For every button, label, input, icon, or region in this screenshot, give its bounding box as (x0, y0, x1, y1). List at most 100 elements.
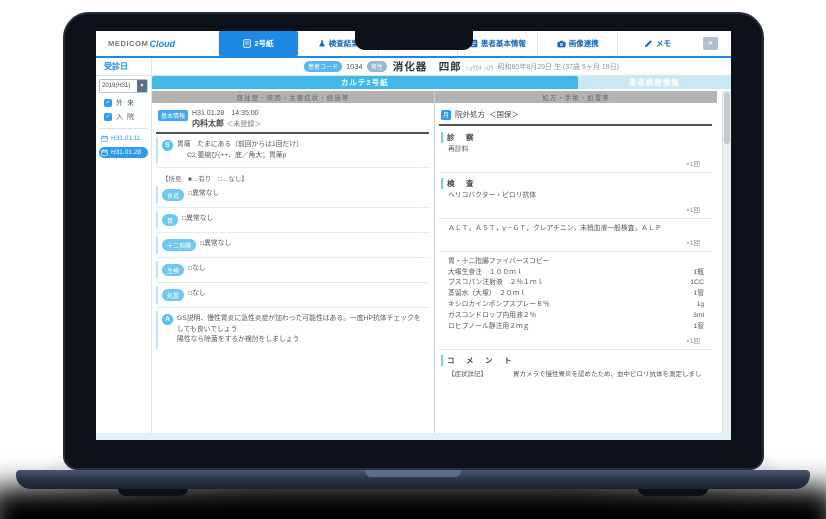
visit-date-item-selected[interactable]: H31.01.28 (99, 147, 148, 158)
esophagus-row[interactable]: 食道 □異常なし (156, 186, 429, 204)
row-separator (156, 232, 429, 233)
laptop-lid-notch (365, 470, 461, 477)
screen: MEDICOM Cloud 2号紙 検査結果 確認事項 (96, 31, 731, 440)
section-separator (439, 172, 712, 173)
order-item: ガスコンドロップ内用液２％3ml (441, 311, 710, 322)
filter-label: 外 来 (116, 98, 135, 108)
scrollbar-thumb[interactable] (724, 92, 730, 144)
soap-assessment-row[interactable]: A GS説明、慢性胃炎に急性炎症が加わった可能性はある。一度HP抗体チェックをし… (156, 311, 429, 349)
row-separator (156, 257, 429, 258)
order-item: ＡＬＴ，ＡＳＴ，γ－ＧＴ，クレアチニン，末梢血液一般検査，ＡＬＰ (441, 224, 710, 235)
findings-legend: 【所見 ■…有り □…なし】 (156, 171, 429, 184)
visit-date-label: H31.01.11 (111, 135, 141, 142)
calendar-icon (101, 149, 108, 156)
soap-a-badge: A (162, 314, 173, 325)
progress-column-header: 既往歴・原因・主要症状・経過等 (152, 91, 434, 103)
order-item: ロヒプノール静注用２ｍｇ1管 (441, 322, 710, 333)
chevron-down-icon[interactable]: ▼ (137, 80, 147, 92)
flask-icon (318, 39, 326, 48)
order-section-endoscopy[interactable]: 胃・十二指腸ファイバースコピー 大塚生食注 １００ｍｌ1瓶 ブスコパン注射液 ２… (439, 254, 712, 347)
soap-subjective-row[interactable]: S 胃痛 たまにある（前回からは1回だけ） C2,萎縮び(++、底／角大；胃薬p (156, 137, 429, 164)
orders-column: 処方・手術・処置等 月 院外処方 ＜国保＞ 診 察 再診料 (435, 91, 717, 440)
sidebar-divider (99, 128, 148, 129)
nav-tab-memo[interactable]: メモ (617, 31, 697, 56)
karte-columns: 既往歴・原因・主要症状・経過等 基本情報 H31.01.28 14:35:00 … (152, 91, 731, 440)
patient-info: 患者コード 1034 男性 消化器 四郎 ｼｮｳｶｷ ｼﾛｳ 昭和60年8月29… (152, 58, 731, 75)
order-item: ヘリコバクター・ピロリ抗体 (441, 191, 710, 202)
filter-outpatient[interactable]: ✓ 外 来 (96, 96, 151, 110)
checkbox-checked-icon[interactable]: ✓ (104, 113, 112, 121)
calendar-icon (101, 135, 108, 142)
document-2-icon (243, 39, 251, 48)
visit-date-label: H31.01.28 (111, 149, 141, 156)
order-count: ×1回 (441, 204, 710, 214)
scrollbar-track[interactable] (722, 91, 731, 440)
biopsy-badge: 生検 (162, 264, 184, 276)
section-title: 診 察 (441, 132, 710, 143)
nav-tab-label: 画像連携 (569, 38, 599, 49)
visit-date-sidebar: 2019(H31) ▼ ✓ 外 来 ✓ 入 院 H31.01.11 (96, 76, 152, 440)
stomach-row[interactable]: 胃 □異常なし (156, 211, 429, 229)
nav-tab-karte2[interactable]: 2号紙 (218, 31, 298, 56)
logo-text-cloud: Cloud (149, 39, 175, 49)
scene: MEDICOM Cloud 2号紙 検査結果 確認事項 (0, 0, 826, 519)
soap-a-text: GS説明、慢性胃炎に急性炎症が加わった可能性はある。一度HP抗体チェックをしても… (177, 314, 427, 346)
laptop-frame: MEDICOM Cloud 2号紙 検査結果 確認事項 (63, 12, 764, 470)
close-button[interactable]: × (703, 37, 718, 50)
duodenum-row[interactable]: 十二指腸 □異常なし (156, 236, 429, 254)
filter-label: 入 院 (116, 112, 135, 122)
patient-name: 消化器 四郎 (393, 59, 462, 74)
entry-status: ＜未登録＞ (226, 121, 261, 128)
app-logo: MEDICOM Cloud (96, 31, 218, 56)
visit-date-item[interactable]: H31.01.11 (99, 133, 148, 144)
nav-tab-label: メモ (656, 38, 671, 49)
biopsy-row[interactable]: 生検 □なし (156, 261, 429, 279)
order-section-test[interactable]: 検 査 ヘリコバクター・ピロリ抗体 ×1回 (439, 175, 712, 216)
entry-datetime: H31.01.28 14:35:00 (192, 108, 261, 118)
nav-tab-image-link[interactable]: 画像連携 (537, 31, 617, 56)
tab-karte-no2[interactable]: カルテ2号紙 (152, 76, 578, 89)
soap-s-text: 胃痛 たまにある（前回からは1回だけ） C2,萎縮び(++、底／角大；胃薬p (177, 140, 303, 161)
filter-inpatient[interactable]: ✓ 入 院 (96, 110, 151, 124)
tab-patient-history[interactable]: 患者病歴情報 (578, 76, 731, 89)
order-count: ×1回 (441, 335, 710, 345)
camera-notch (355, 31, 473, 50)
karte-entry-header: 基本情報 H31.01.28 14:35:00 内科太郎 ＜未登録＞ (156, 107, 429, 134)
logo-text-medicom: MEDICOM (108, 39, 148, 48)
patient-bar: 受診日 患者コード 1034 男性 消化器 四郎 ｼｮｳｶｷ ｼﾛｳ 昭和60年… (96, 58, 731, 76)
progress-column-body[interactable]: 基本情報 H31.01.28 14:35:00 内科太郎 ＜未登録＞ S (152, 103, 434, 440)
month-badge: 月 (441, 110, 451, 120)
orders-column-body[interactable]: 月 院外処方 ＜国保＞ 診 察 再診料 ×1回 (435, 103, 717, 440)
order-section-exam[interactable]: 診 察 再診料 ×1回 (439, 129, 712, 170)
screen-bottom-strip (96, 433, 731, 440)
progress-column: 既往歴・原因・主要症状・経過等 基本情報 H31.01.28 14:35:00 … (152, 91, 435, 440)
order-item: 蒸留水（大塚） ２０ｍｌ1管 (441, 289, 710, 300)
order-item: 胃・十二指腸ファイバースコピー (441, 257, 710, 268)
content-area: 2019(H31) ▼ ✓ 外 来 ✓ 入 院 H31.01.11 (96, 76, 731, 440)
order-item: 大塚生食注 １００ｍｌ1瓶 (441, 268, 710, 279)
laptop-foot-right (638, 488, 708, 496)
checkbox-checked-icon[interactable]: ✓ (104, 99, 112, 107)
karte-tabs: カルテ2号紙 患者病歴情報 (152, 76, 731, 89)
nav-tab-label: 2号紙 (254, 38, 273, 49)
section-title: 検 査 (441, 178, 710, 189)
comment-section[interactable]: コ メ ン ト 【症状詳記】 胃カメラで慢性胃炎を認めたため、血中ピロリ抗体を測… (439, 352, 712, 380)
main-panel: カルテ2号紙 患者病歴情報 既往歴・原因・主要症状・経過等 基本情報 H (152, 76, 731, 440)
patient-code-badge: 患者コード (304, 61, 342, 72)
row-separator (156, 307, 429, 308)
year-select-value: 2019(H31) (100, 83, 137, 89)
section-separator (439, 349, 712, 350)
visit-date-title: 受診日 (96, 58, 152, 75)
order-section-bloodtest[interactable]: ＡＬＴ，ＡＳＴ，γ－ＧＴ，クレアチニン，末梢血液一般検査，ＡＬＰ ×1回 (439, 221, 712, 249)
comment-label: 【症状詳記】 (448, 368, 487, 378)
laptop-base (16, 470, 810, 489)
prescription-type: 院外処方 (455, 109, 485, 120)
comment-text: 胃カメラで慢性胃炎を認めたため、血中ピロリ抗体を測定しまし (513, 368, 702, 378)
basic-info-badge: 基本情報 (158, 110, 188, 121)
pencil-icon (644, 39, 653, 48)
patient-kana: ｼｮｳｶｷ ｼﾛｳ (466, 62, 494, 72)
row-separator (156, 282, 429, 283)
treatment-row[interactable]: 処置 □なし (156, 286, 429, 304)
duodenum-badge: 十二指腸 (162, 239, 196, 251)
year-select[interactable]: 2019(H31) ▼ (99, 79, 148, 93)
